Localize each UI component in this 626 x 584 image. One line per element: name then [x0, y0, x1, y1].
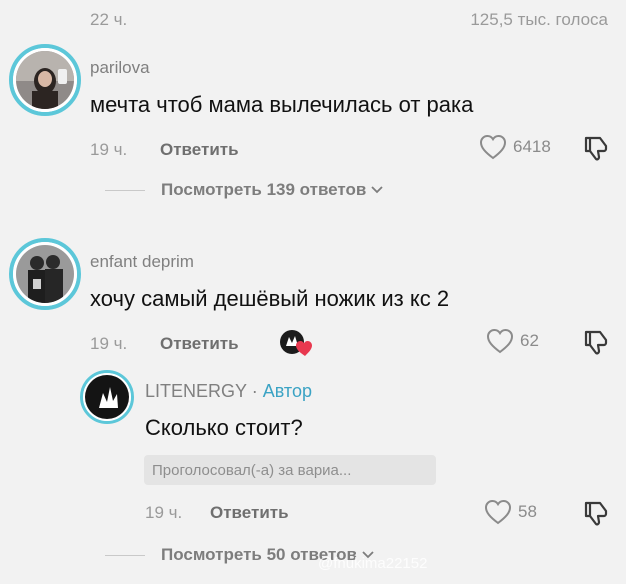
reply-button[interactable]: Ответить [160, 140, 239, 160]
avatar-parilova[interactable] [9, 44, 81, 116]
username-litenergy[interactable]: LITENERGY [145, 381, 247, 401]
divider-line [105, 189, 145, 191]
thumbs-down-icon [584, 136, 608, 161]
avatar-enfant-deprim[interactable] [9, 238, 81, 310]
comment-time: 19 ч. [90, 140, 128, 159]
avatar-litenergy[interactable] [80, 370, 134, 424]
reply-text: Сколько стоит? [145, 415, 303, 440]
like-count: 62 [520, 331, 539, 350]
flame-logo-icon [85, 375, 129, 419]
poll-votes-count: 125,5 тыс. голоса [470, 10, 608, 29]
heart-icon [486, 328, 514, 354]
username-enfant-deprim[interactable]: enfant deprim [90, 252, 194, 272]
tiktok-watermark: @fnukima22152 [318, 555, 428, 572]
poll-vote-chip[interactable]: Проголосовал(-а) за вариа... [144, 455, 436, 485]
dislike-button[interactable] [582, 499, 610, 532]
avatar-image [13, 48, 77, 112]
divider-line [105, 554, 145, 556]
thumbs-down-icon [584, 501, 608, 526]
previous-comment-meta: 22 ч. 125,5 тыс. голоса [90, 10, 608, 32]
like-button[interactable]: 6418 [479, 134, 551, 160]
separator-dot: · [251, 381, 258, 401]
reply-button-label: Ответить [210, 503, 289, 522]
previous-comment-time: 22 ч. [90, 10, 128, 29]
avatar-image [13, 242, 77, 306]
reply-time: 19 ч. [145, 503, 183, 522]
like-count: 58 [518, 502, 537, 521]
heart-icon [484, 499, 512, 525]
like-count: 6418 [513, 137, 551, 156]
reply-actions: 19 ч. [145, 503, 182, 523]
selfie-avatar-icon [16, 51, 74, 109]
comment-text: хочу самый дешёвый ножик из кс 2 [90, 286, 450, 311]
two-people-avatar-icon [16, 245, 74, 303]
view-replies-label: Посмотреть 139 ответов [161, 180, 367, 199]
view-replies-button[interactable]: Посмотреть 139 ответов [105, 180, 384, 200]
reply-button-label: Ответить [160, 140, 239, 159]
like-button[interactable]: 58 [484, 499, 537, 525]
heart-icon [479, 134, 507, 160]
reply-button[interactable]: Ответить [160, 334, 239, 354]
creator-liked-heart-icon [279, 328, 313, 363]
like-button[interactable]: 62 [486, 328, 539, 354]
username-parilova[interactable]: parilova [90, 58, 150, 78]
reply-author-line: LITENERGY · Автор [145, 381, 312, 402]
thumbs-down-icon [584, 330, 608, 355]
comment-time: 19 ч. [90, 334, 128, 353]
reply-button[interactable]: Ответить [210, 503, 289, 523]
dislike-button[interactable] [582, 134, 610, 167]
comment-actions: 19 ч. [90, 140, 127, 160]
reply-button-label: Ответить [160, 334, 239, 353]
comment-actions: 19 ч. [90, 334, 127, 354]
chevron-down-icon [371, 186, 383, 194]
dislike-button[interactable] [582, 328, 610, 361]
author-badge: Автор [262, 381, 312, 401]
comment-text: мечта чтоб мама вылечилась от рака [90, 92, 474, 117]
avatar-image [83, 373, 131, 421]
